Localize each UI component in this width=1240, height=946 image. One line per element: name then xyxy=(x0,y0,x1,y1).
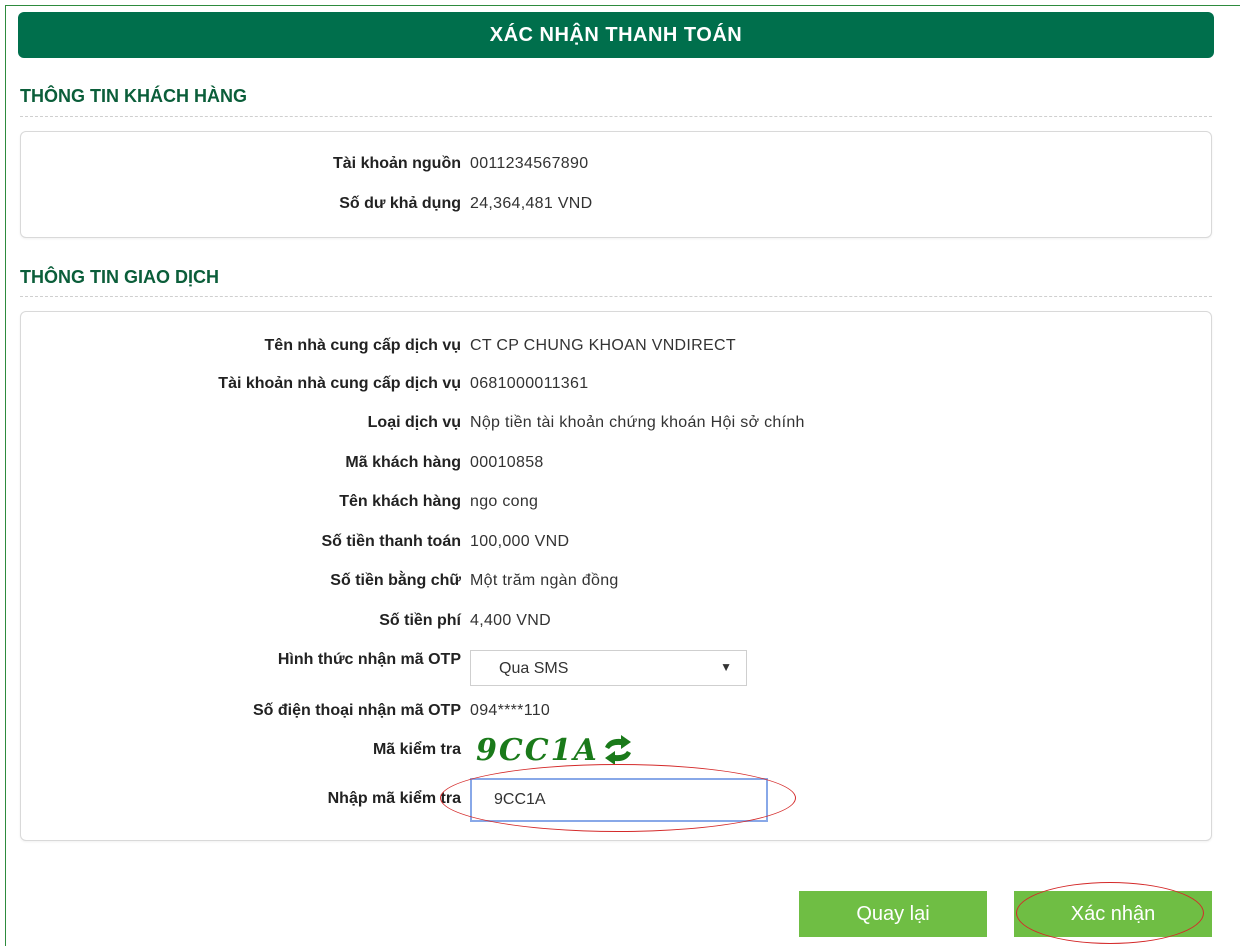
captcha-input-label: Nhập mã kiểm tra xyxy=(327,790,461,807)
captcha-input[interactable]: 9CC1A xyxy=(470,778,768,822)
provider-name-label: Tên nhà cung cấp dịch vụ xyxy=(264,337,461,354)
source-account-label: Tài khoản nguồn xyxy=(333,155,461,172)
customer-name-value: ngo cong xyxy=(470,493,539,510)
otp-phone-value: 094****110 xyxy=(470,702,551,719)
available-balance-row: Số dư khả dụng 24,364,481 VND xyxy=(21,189,1211,219)
available-balance-value: 24,364,481 VND xyxy=(470,195,593,212)
transaction-info-divider xyxy=(20,296,1212,297)
source-account-row: Tài khoản nguồn 0011234567890 xyxy=(21,149,1211,179)
refresh-icon[interactable] xyxy=(601,735,635,765)
captcha-image: 9CC1A xyxy=(476,733,599,768)
source-account-value: 0011234567890 xyxy=(470,155,589,172)
transaction-info-panel: Tên nhà cung cấp dịch vụ CT CP CHUNG KHO… xyxy=(20,311,1212,841)
customer-info-panel: Tài khoản nguồn 0011234567890 Số dư khả … xyxy=(20,131,1212,238)
captcha-row: Mã kiểm tra 9CC1A xyxy=(21,733,1211,768)
page-title: XÁC NHẬN THANH TOÁN xyxy=(18,12,1214,58)
fee-amount-label: Số tiền phí xyxy=(379,612,461,629)
otp-method-selected: Qua SMS xyxy=(499,660,569,677)
provider-name-row: Tên nhà cung cấp dịch vụ CT CP CHUNG KHO… xyxy=(21,331,1211,361)
service-type-value: Nộp tiền tài khoản chứng khoán Hội sở ch… xyxy=(470,414,805,431)
customer-name-row: Tên khách hàng ngo cong xyxy=(21,487,1211,517)
amount-in-words-label: Số tiền bằng chữ xyxy=(330,572,461,589)
otp-phone-label: Số điện thoại nhận mã OTP xyxy=(252,702,461,719)
provider-account-row: Tài khoản nhà cung cấp dịch vụ 068100001… xyxy=(21,369,1211,399)
fee-amount-row: Số tiền phí 4,400 VND xyxy=(21,606,1211,636)
available-balance-label: Số dư khả dụng xyxy=(339,195,461,212)
otp-method-row: Hình thức nhận mã OTP Qua SMS ▼ xyxy=(21,645,1211,686)
customer-code-value: 00010858 xyxy=(470,454,544,471)
customer-info-divider xyxy=(20,116,1212,117)
amount-in-words-value: Một trăm ngàn đồng xyxy=(470,572,619,589)
provider-account-value: 0681000011361 xyxy=(470,375,589,392)
chevron-down-icon: ▼ xyxy=(720,660,732,674)
confirm-button[interactable]: Xác nhận xyxy=(1014,891,1212,937)
captcha-label: Mã kiểm tra xyxy=(372,741,461,758)
otp-method-select[interactable]: Qua SMS ▼ xyxy=(470,650,747,686)
customer-name-label: Tên khách hàng xyxy=(339,493,461,510)
provider-account-label: Tài khoản nhà cung cấp dịch vụ xyxy=(218,375,461,392)
customer-code-row: Mã khách hàng 00010858 xyxy=(21,448,1211,478)
transaction-info-heading: THÔNG TIN GIAO DỊCH xyxy=(20,267,219,287)
service-type-row: Loại dịch vụ Nộp tiền tài khoản chứng kh… xyxy=(21,408,1211,438)
payment-amount-value: 100,000 VND xyxy=(470,533,570,550)
customer-info-heading: THÔNG TIN KHÁCH HÀNG xyxy=(20,86,247,106)
back-button[interactable]: Quay lại xyxy=(799,891,987,937)
service-type-label: Loại dịch vụ xyxy=(367,414,461,431)
fee-amount-value: 4,400 VND xyxy=(470,612,551,629)
otp-phone-row: Số điện thoại nhận mã OTP 094****110 xyxy=(21,696,1211,726)
otp-method-label: Hình thức nhận mã OTP xyxy=(277,651,461,668)
payment-amount-row: Số tiền thanh toán 100,000 VND xyxy=(21,527,1211,557)
amount-in-words-row: Số tiền bằng chữ Một trăm ngàn đồng xyxy=(21,566,1211,596)
provider-name-value: CT CP CHUNG KHOAN VNDIRECT xyxy=(470,337,736,354)
payment-amount-label: Số tiền thanh toán xyxy=(321,533,461,550)
captcha-input-row: Nhập mã kiểm tra 9CC1A xyxy=(21,778,1211,822)
customer-code-label: Mã khách hàng xyxy=(345,454,461,471)
